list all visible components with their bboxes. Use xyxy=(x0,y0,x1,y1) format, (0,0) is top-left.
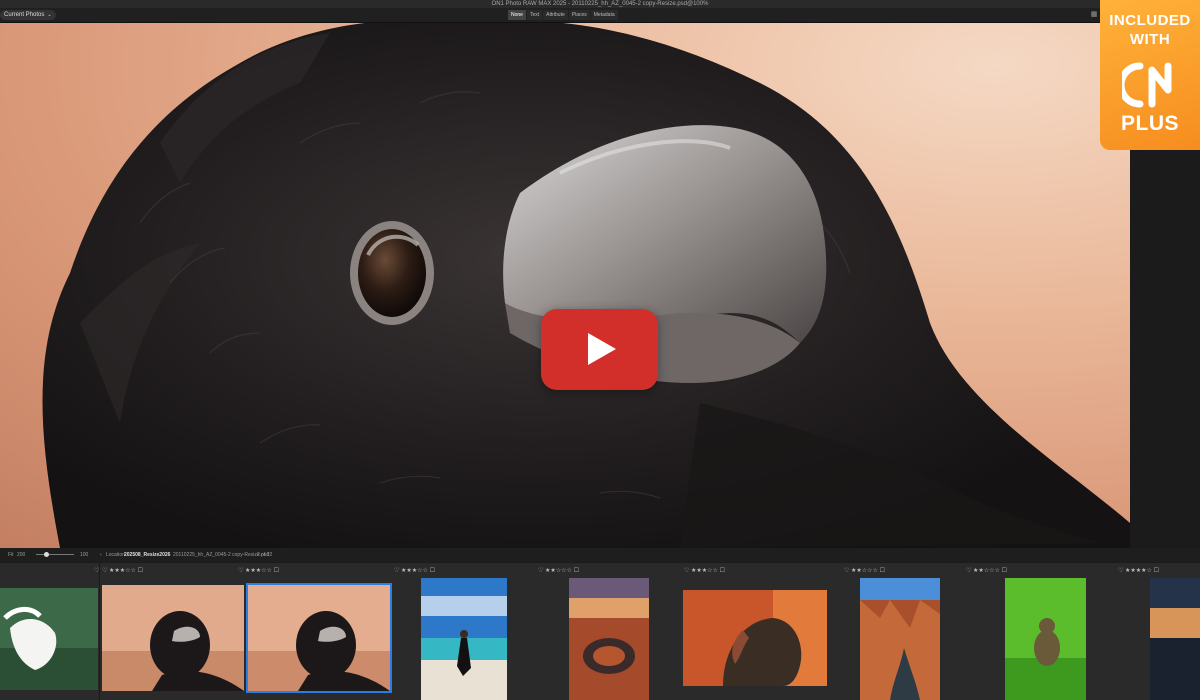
zoom-slider[interactable] xyxy=(36,554,74,555)
badge-line-2: WITH xyxy=(1129,31,1171,48)
status-bar: Fit 200 100 ‹ Location 202508_Resize2026… xyxy=(0,548,1200,562)
filter-tabs: None Text Attribute Places Metadata xyxy=(508,10,618,20)
on1-plus-badge: INCLUDED WITH PLUS xyxy=(1100,0,1200,150)
play-icon xyxy=(588,333,616,365)
thumbnail-raven xyxy=(246,583,392,693)
tab-attribute[interactable]: Attribute xyxy=(543,10,568,20)
thumbnail-canyon-bend xyxy=(569,578,649,700)
filmstrip: ♡ ★★★☆☆ ☐ ♡ ★★★☆☆ ☐ ♡ ★★★☆☆ ☐ ♡ ★★★☆☆ ☐ xyxy=(0,563,1200,700)
rating[interactable]: ♡ ★★★☆☆ ☐ xyxy=(102,567,143,575)
fit-label[interactable]: Fit xyxy=(8,548,14,562)
rating[interactable]: ♡ ★★★☆☆ ☐ xyxy=(238,567,279,575)
main-photo-view[interactable] xyxy=(0,23,1130,548)
location-prefix: Location xyxy=(106,552,125,558)
raven-photo xyxy=(42,23,1130,548)
tab-none[interactable]: None xyxy=(508,10,526,20)
file-name: 20110225_hh_AZ_0045-2 copy-Resize.psd xyxy=(173,552,270,558)
zoom-value[interactable]: 200 xyxy=(17,548,25,562)
video-play-button[interactable] xyxy=(541,309,658,390)
tab-metadata[interactable]: Metadata xyxy=(590,10,618,20)
thumbnail-egret xyxy=(0,588,98,690)
location-folder[interactable]: 202508_Resize2026 xyxy=(124,548,170,562)
back-arrow-icon[interactable]: ‹ xyxy=(100,548,102,562)
zoom-slider-handle[interactable] xyxy=(44,552,49,557)
photo-position: 2 of 22 xyxy=(257,552,273,558)
grid-view-icon[interactable]: ▦ xyxy=(1090,11,1098,19)
zoom-max: 100 xyxy=(80,552,89,558)
thumbnail-beach xyxy=(421,578,507,700)
filmstrip-item-selected[interactable]: ♡ ★★★☆☆ ☐ xyxy=(238,563,393,700)
filmstrip-item[interactable]: ♡ ★★★☆☆ ☐ xyxy=(100,563,247,700)
thumbnail-baboon xyxy=(1005,578,1086,700)
on1-logo xyxy=(1122,62,1172,108)
filmstrip-item[interactable]: ♡ ★★☆☆☆ ☐ xyxy=(966,563,1111,700)
filmstrip-item[interactable]: ♡ ★★★☆☆ ☐ xyxy=(678,563,855,700)
badge-line-1: INCLUDED xyxy=(1109,12,1191,29)
tab-text[interactable]: Text xyxy=(526,10,543,20)
rating[interactable]: ♡ ★★★☆☆ ☐ xyxy=(684,567,725,575)
rating[interactable]: ♡ ★★★☆☆ ☐ xyxy=(394,567,435,575)
thumbnail-sunset xyxy=(1150,578,1200,700)
photo-source-label: Current Photos xyxy=(4,12,45,18)
thumbnail-vulture xyxy=(683,590,827,686)
filmstrip-item[interactable]: ♡ ★★☆☆☆ ☐ xyxy=(844,563,973,700)
photo-source-dropdown[interactable]: Current Photos ⌄ xyxy=(0,10,56,20)
thumbnail-canyon-stream xyxy=(860,578,940,700)
filmstrip-item[interactable]: ♡ ★★★★☆ ☐ xyxy=(1110,563,1200,700)
rating[interactable]: ♡ ★★☆☆☆ ☐ xyxy=(844,567,885,575)
filmstrip-item[interactable]: ♡ ★★☆☆☆ ☐ xyxy=(536,563,679,700)
rating[interactable]: ♡ ★★☆☆☆ ☐ xyxy=(538,567,579,575)
thumbnail-raven xyxy=(102,585,244,691)
filmstrip-item[interactable]: ♡ ★★★☆☆ ☐ xyxy=(0,563,135,700)
rating[interactable]: ♡ ★★★★☆ ☐ xyxy=(1118,567,1159,575)
rating[interactable]: ♡ ★★☆☆☆ ☐ xyxy=(966,567,1007,575)
filmstrip-item[interactable]: ♡ ★★★☆☆ ☐ xyxy=(392,563,537,700)
top-toolbar: Current Photos ⌄ None Text Attribute Plac… xyxy=(0,8,1200,23)
badge-line-3: PLUS xyxy=(1120,112,1179,135)
chevron-down-icon: ⌄ xyxy=(47,12,52,18)
tab-places[interactable]: Places xyxy=(568,10,590,20)
window-title: ON1 Photo RAW MAX 2025 - 20110225_hh_AZ_… xyxy=(0,0,1200,8)
